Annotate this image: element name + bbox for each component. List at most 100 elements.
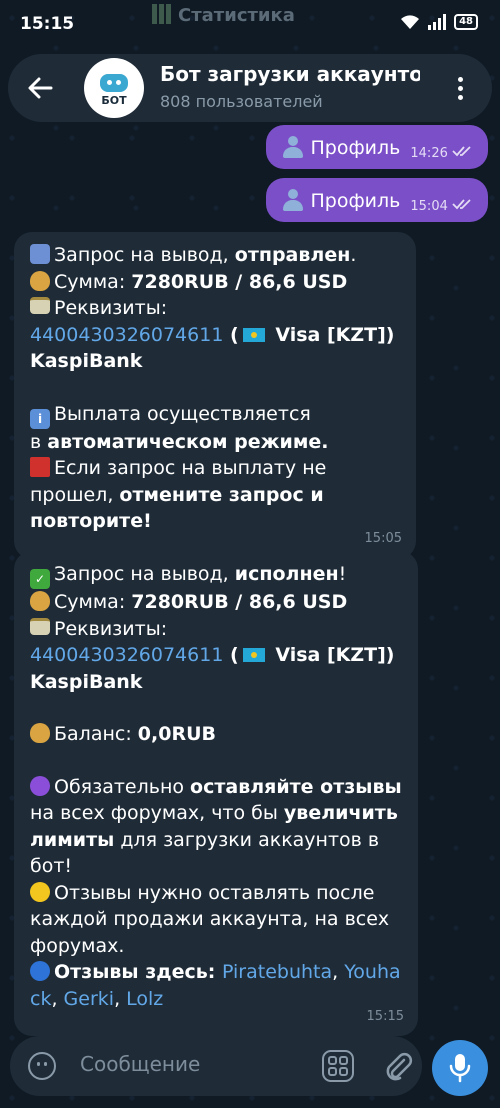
message-time: 14:26 (410, 146, 448, 161)
status-time: 15:15 (20, 14, 75, 34)
message-composer: Сообщение (10, 1036, 422, 1096)
card-type: Visa [KZT]) (268, 323, 395, 346)
bank-name: KaspiBank (30, 350, 143, 372)
blue-circle-icon (30, 961, 50, 981)
kazakhstan-flag-icon (242, 648, 265, 662)
text: отмените запрос и (119, 483, 324, 506)
text: , (114, 987, 127, 1010)
user-icon (282, 135, 304, 158)
credit-card-icon (30, 617, 50, 635)
money-bag-icon (30, 591, 50, 611)
status-bar: 15:15 Статистика 48 (0, 0, 500, 48)
battery-icon: 48 (454, 14, 478, 30)
amount: 7280RUB / 86,6 USD (131, 591, 348, 613)
text: в (30, 430, 48, 453)
text: Выплата осуществляется (54, 402, 311, 425)
dot-icon (457, 76, 463, 82)
bot-menu-button[interactable] (322, 1050, 354, 1082)
red-square-icon (30, 457, 50, 477)
text: ( (223, 644, 239, 666)
text: Сумма: (54, 270, 132, 293)
attach-icon[interactable] (382, 1050, 414, 1082)
double-check-icon (452, 199, 471, 210)
message-input[interactable]: Сообщение (80, 1052, 200, 1076)
text: каждой продажи аккаунта, на всех (30, 908, 390, 930)
text: форумах. (30, 934, 125, 957)
text: лимиты (30, 828, 115, 851)
forum-link-youhack[interactable]: Youha (344, 961, 400, 983)
money-bag-icon (30, 723, 50, 743)
status-text: отправлен (234, 244, 351, 266)
incoming-message-withdraw-sent[interactable]: Запрос на вывод, отправлен. Сумма: 7280R… (14, 232, 416, 559)
text: Реквизиты: (54, 617, 168, 640)
status-text: исполнен (234, 563, 339, 585)
user-icon (282, 188, 304, 211)
text: Сумма: (54, 591, 132, 613)
text: Запрос на вывод, (54, 244, 235, 266)
text: повторите! (30, 510, 152, 532)
bank-name: KaspiBank (30, 670, 143, 693)
text: оставляйте отзывы (190, 775, 402, 798)
text: Отзывы здесь: (54, 961, 222, 983)
chat-title: Бот загрузки аккаунто (160, 62, 420, 86)
forum-link-piratebuhta[interactable]: Piratebuhta (222, 961, 332, 983)
chart-icon (152, 4, 172, 24)
card-number-link[interactable]: 4400430326074611 (30, 644, 223, 666)
forum-link-youhack[interactable]: ck (30, 988, 51, 1010)
text: , (332, 961, 345, 983)
grid-icon (339, 1056, 348, 1065)
text: на всех форумах, что бы (30, 802, 284, 824)
more-menu-button[interactable] (442, 70, 478, 106)
text: бот! (30, 855, 73, 877)
text: Отзывы нужно оставлять после (54, 881, 375, 904)
text: Реквизиты: (54, 297, 168, 319)
text: прошел, (30, 483, 120, 506)
avatar-label: БОТ (101, 93, 127, 107)
check-mark-icon: ✓ (30, 569, 50, 589)
outgoing-message[interactable]: Профиль 14:26 (266, 125, 488, 169)
bot-avatar[interactable]: БОТ (84, 58, 144, 118)
grid-icon (328, 1067, 337, 1076)
dot-icon (457, 85, 463, 91)
arrow-left-icon (28, 77, 53, 99)
message-text: Профиль (310, 136, 401, 159)
outgoing-message[interactable]: Профиль 15:04 (266, 178, 488, 222)
message-text: Профиль (310, 189, 401, 212)
emoji-button[interactable] (28, 1052, 56, 1080)
text: , (51, 987, 64, 1010)
message-time: 15:04 (410, 199, 448, 214)
text: Обязательно (54, 775, 191, 798)
incoming-message-withdraw-done[interactable]: ✓ Запрос на вывод, исполнен! Сумма: 7280R… (14, 551, 418, 1036)
purple-circle-icon (30, 775, 50, 796)
chat-subtitle: 808 пользователей (160, 92, 323, 111)
text: Запрос на вывод, (54, 563, 235, 585)
text: . (350, 244, 357, 266)
money-bag-icon (30, 270, 50, 291)
status-icons: 48 (400, 14, 478, 30)
pinned-banner-ghost: Статистика (152, 4, 295, 26)
forum-link-lolz[interactable]: Lolz (126, 988, 163, 1010)
signal-icon (428, 14, 447, 30)
voice-record-button[interactable] (432, 1040, 488, 1096)
kazakhstan-flag-icon (242, 327, 265, 342)
card-number-link[interactable]: 4400430326074611 (30, 324, 223, 346)
text: для загрузки аккаунтов в (114, 828, 380, 851)
text: автоматическом режиме. (47, 430, 329, 453)
grid-icon (328, 1056, 337, 1065)
text: Баланс: (54, 723, 138, 745)
text: ! (338, 563, 347, 585)
card-type: Visa [KZT]) (268, 644, 395, 666)
text: ( (223, 323, 239, 346)
refresh-icon (30, 244, 50, 264)
yellow-circle-icon (30, 881, 50, 902)
back-button[interactable] (22, 70, 58, 106)
grid-icon (339, 1067, 348, 1076)
microphone-icon (449, 1054, 471, 1083)
forum-link-gerki[interactable]: Gerki (64, 988, 115, 1010)
balance-value: 0,0RUB (137, 723, 216, 745)
wifi-icon (401, 15, 420, 29)
chat-header[interactable]: БОТ Бот загрузки аккаунто 808 пользовате… (8, 54, 492, 122)
amount: 7280RUB / 86,6 USD (131, 270, 348, 293)
text: увеличить (283, 802, 398, 824)
credit-card-icon (30, 297, 50, 314)
